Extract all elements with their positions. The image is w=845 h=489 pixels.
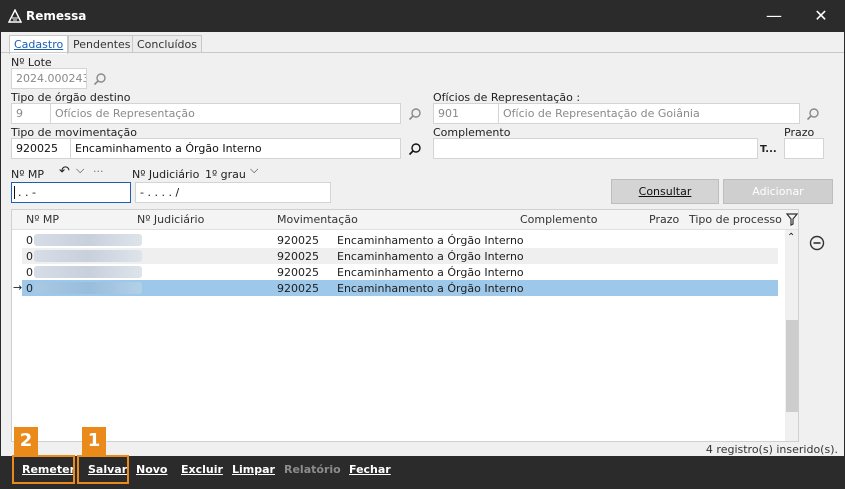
nmp-label: Nº MP xyxy=(11,168,45,181)
filter-icon[interactable] xyxy=(785,213,798,229)
tipo-orgao-code-field[interactable]: 9 xyxy=(11,103,51,124)
tipo-mov-name-field[interactable]: Encaminhamento a Órgão Interno xyxy=(70,138,401,159)
redacted-value xyxy=(34,234,142,246)
nmp-mask: . . - xyxy=(18,186,36,199)
redacted-value xyxy=(34,282,142,294)
prazo-field[interactable] xyxy=(784,138,824,159)
excluir-button[interactable]: Excluir xyxy=(181,463,223,476)
cell-movimentacao: Encaminhamento a Órgão Interno xyxy=(337,234,524,247)
relatorio-button[interactable]: Relatório xyxy=(284,463,341,476)
title-bar: Remessa — ✕ xyxy=(0,0,845,32)
tipo-orgao-name-field[interactable]: Ofícios de Representação xyxy=(50,103,401,124)
complemento-text-button[interactable]: T... xyxy=(760,144,777,155)
col-nmp[interactable]: Nº MP xyxy=(26,213,59,226)
records-status: 4 registro(s) inserido(s). xyxy=(705,443,838,456)
njud-field[interactable]: - . . . . / xyxy=(135,182,331,203)
highlight-salvar xyxy=(77,455,129,484)
tab-pendentes[interactable]: Pendentes xyxy=(68,35,136,53)
window-title: Remessa xyxy=(26,9,87,23)
cell-movimentacao: Encaminhamento a Órgão Interno xyxy=(337,266,524,279)
complemento-field[interactable] xyxy=(433,138,758,159)
col-movimentacao[interactable]: Movimentação xyxy=(277,213,358,226)
table-row-selected[interactable]: 01. 920025 Encaminhamento a Órgão Intern… xyxy=(22,280,778,296)
table-row[interactable]: 01. 920025 Encaminhamento a Órgão Intern… xyxy=(22,232,778,248)
scroll-up-icon[interactable]: ⌃ xyxy=(787,232,795,243)
col-njud[interactable]: Nº Judiciário xyxy=(137,213,204,226)
grid-header: Nº MP Nº Judiciário Movimentação Complem… xyxy=(12,210,798,230)
cell-code: 920025 xyxy=(277,266,319,279)
grau-selector[interactable]: 1º grau xyxy=(205,168,246,181)
oficios-name-field[interactable]: Ofício de Representação de Goiânia xyxy=(498,103,800,124)
app-logo-icon xyxy=(7,8,23,23)
cell-code: 920025 xyxy=(277,250,319,263)
adicionar-button[interactable]: Adicionar xyxy=(723,179,833,204)
process-grid: Nº MP Nº Judiciário Movimentação Complem… xyxy=(11,209,799,442)
nmp-field[interactable]: . . - xyxy=(11,182,131,203)
remove-row-icon[interactable] xyxy=(809,235,825,254)
chevron-down-icon[interactable]: ⌵ xyxy=(76,163,84,177)
cell-code: 920025 xyxy=(277,282,319,295)
grid-scrollbar[interactable]: ⌃ xyxy=(785,230,798,441)
tipo-mov-search-icon[interactable] xyxy=(408,142,422,156)
col-complemento[interactable]: Complemento xyxy=(520,213,597,226)
close-button[interactable]: ✕ xyxy=(811,6,831,26)
text-cursor xyxy=(14,186,15,199)
step-badge-2: 2 xyxy=(14,427,38,455)
redacted-value xyxy=(34,250,142,262)
lote-field[interactable]: 2024.000243 xyxy=(11,68,87,89)
undo-icon[interactable]: ↶ xyxy=(59,164,70,179)
current-row-arrow-icon: → xyxy=(13,281,23,294)
highlight-remeter xyxy=(12,455,75,484)
tipo-mov-code-field[interactable]: 920025 xyxy=(11,138,71,159)
cell-movimentacao: Encaminhamento a Órgão Interno xyxy=(337,282,524,295)
lote-search-icon[interactable] xyxy=(93,72,107,86)
njud-label: Nº Judiciário xyxy=(132,168,200,181)
col-tipo-processo[interactable]: Tipo de processo xyxy=(689,213,782,226)
oficios-code-field[interactable]: 901 xyxy=(433,103,499,124)
oficios-search-icon[interactable] xyxy=(806,107,820,121)
tab-concluidos[interactable]: Concluídos xyxy=(132,35,202,53)
cell-code: 920025 xyxy=(277,234,319,247)
tipo-orgao-search-icon[interactable] xyxy=(408,107,422,121)
limpar-button[interactable]: Limpar xyxy=(232,463,275,476)
tab-divider xyxy=(1,52,844,53)
minimize-button[interactable]: — xyxy=(764,6,784,26)
table-row[interactable]: 01. 920025 Encaminhamento a Órgão Intern… xyxy=(22,264,778,280)
fechar-button[interactable]: Fechar xyxy=(349,463,391,476)
scrollbar-thumb[interactable] xyxy=(786,320,798,412)
more-icon[interactable]: ··· xyxy=(93,165,104,178)
redacted-value xyxy=(34,266,142,278)
window-client: Cadastro Pendentes Concluídos Nº Lote 20… xyxy=(1,32,844,456)
grau-chevron-icon[interactable]: ⌵ xyxy=(250,163,258,177)
novo-button[interactable]: Novo xyxy=(136,463,168,476)
cell-movimentacao: Encaminhamento a Órgão Interno xyxy=(337,250,524,263)
step-badge-1: 1 xyxy=(82,427,106,455)
consultar-processos-button[interactable]: Consultar Processos xyxy=(611,179,719,221)
col-prazo[interactable]: Prazo xyxy=(649,213,679,226)
table-row[interactable]: 01. 920025 Encaminhamento a Órgão Intern… xyxy=(22,248,778,264)
